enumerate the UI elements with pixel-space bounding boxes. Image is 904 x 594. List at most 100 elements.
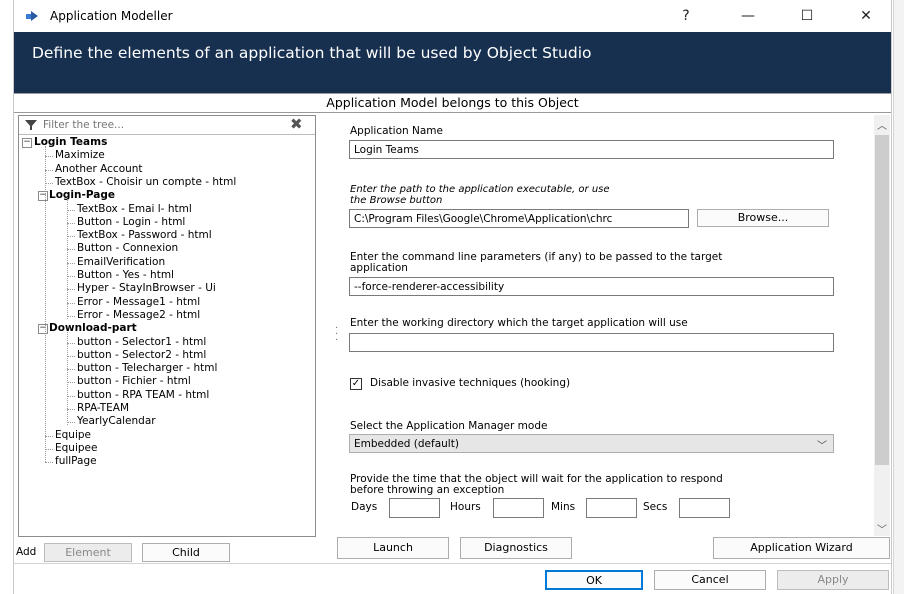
application-modeller-window: Application Modeller ? — ☐ ✕ Define the … bbox=[13, 0, 892, 594]
scroll-down-icon[interactable]: ﹀ bbox=[877, 521, 887, 536]
tree-collapse-icon[interactable]: − bbox=[38, 191, 48, 202]
tree-node[interactable]: RPA-TEAM bbox=[77, 402, 129, 415]
mins-input[interactable] bbox=[586, 498, 637, 518]
form-scrollbar[interactable]: ︿ ﹀ bbox=[874, 115, 890, 536]
hours-input[interactable] bbox=[493, 498, 544, 518]
tree-connector bbox=[67, 236, 75, 238]
manager-mode-value: Embedded (default) bbox=[354, 438, 459, 450]
tree-connector bbox=[67, 395, 75, 397]
tree-node[interactable]: Equipee bbox=[55, 442, 97, 455]
tree-node[interactable]: Download-part bbox=[49, 322, 137, 335]
add-child-button[interactable]: Child bbox=[142, 543, 230, 562]
tree-node[interactable]: button - Fichier - html bbox=[77, 375, 191, 388]
tree-collapse-icon[interactable]: − bbox=[22, 138, 32, 148]
tree-node[interactable]: button - Selector1 - html bbox=[77, 336, 206, 349]
workdir-label: Enter the working directory which the ta… bbox=[350, 317, 688, 329]
tree-node[interactable]: Maximize bbox=[55, 149, 105, 162]
apply-button[interactable]: Apply bbox=[777, 570, 889, 590]
filter-input[interactable] bbox=[41, 118, 285, 132]
tree-connector bbox=[45, 169, 53, 171]
mode-label: Select the Application Manager mode bbox=[350, 420, 548, 432]
path-label-line2: the Browse button bbox=[350, 195, 443, 206]
tree-node[interactable]: Login-Page bbox=[49, 189, 115, 202]
tree-connector bbox=[67, 262, 75, 264]
filter-bar: ✖ bbox=[19, 115, 315, 135]
tree-node[interactable]: EmailVerification bbox=[77, 256, 165, 269]
ok-button[interactable]: OK bbox=[545, 570, 643, 590]
timeout-label-line2: before throwing an exception bbox=[350, 484, 505, 496]
chevron-down-icon: ﹀ bbox=[817, 441, 827, 452]
maximize-button[interactable]: ☐ bbox=[787, 4, 827, 28]
tree-connector bbox=[67, 409, 75, 410]
app-name-input[interactable]: Login Teams bbox=[349, 140, 834, 159]
tree-node[interactable]: button - Selector2 - html bbox=[77, 349, 206, 362]
tree-node[interactable]: TextBox - Emai l- html bbox=[77, 203, 192, 216]
add-label: Add bbox=[16, 546, 37, 558]
tree-connector bbox=[67, 249, 75, 251]
secs-input[interactable] bbox=[679, 498, 730, 518]
path-label-line1: Enter the path to the application execut… bbox=[350, 184, 610, 195]
app-icon bbox=[26, 11, 38, 21]
tree-node[interactable]: Button - Yes - html bbox=[77, 269, 174, 282]
disable-hooking-checkbox[interactable]: ✓ bbox=[350, 378, 362, 390]
days-label: Days bbox=[351, 501, 378, 513]
scrollbar-thumb[interactable] bbox=[875, 135, 889, 465]
tree-node[interactable]: Another Account bbox=[55, 163, 143, 176]
close-button[interactable]: ✕ bbox=[846, 4, 886, 28]
browse-button[interactable]: Browse... bbox=[697, 209, 829, 227]
scroll-up-icon[interactable]: ︿ bbox=[877, 117, 887, 132]
tree-node[interactable]: Button - Login - html bbox=[77, 216, 185, 229]
window-title: Application Modeller bbox=[50, 9, 173, 23]
workdir-input[interactable] bbox=[349, 333, 834, 352]
tree-connector bbox=[45, 182, 53, 184]
help-button[interactable]: ? bbox=[666, 4, 706, 28]
tree-connector bbox=[67, 289, 75, 291]
tree-node[interactable]: button - RPA TEAM - html bbox=[77, 389, 209, 402]
tree-connector bbox=[67, 422, 75, 424]
tree-guide-line bbox=[45, 146, 46, 463]
tree-node[interactable]: button - Telecharger - html bbox=[77, 362, 217, 375]
app-name-label: Application Name bbox=[350, 125, 443, 137]
tree-guide-line bbox=[67, 332, 68, 426]
tree-connector bbox=[67, 342, 75, 344]
tree-connector bbox=[45, 156, 53, 158]
days-input[interactable] bbox=[389, 498, 440, 518]
tree-connector bbox=[67, 209, 75, 211]
filter-icon-stem bbox=[30, 125, 32, 130]
application-wizard-button[interactable]: Application Wizard bbox=[713, 537, 890, 559]
subtitle: Application Model belongs to this Object bbox=[14, 94, 891, 113]
splitter-grip-icon[interactable]: · · · bbox=[335, 324, 338, 346]
secs-label: Secs bbox=[643, 501, 668, 513]
disable-hooking-label: Disable invasive techniques (hooking) bbox=[370, 377, 571, 389]
add-element-button[interactable]: Element bbox=[44, 543, 132, 562]
cancel-button[interactable]: Cancel bbox=[654, 570, 766, 590]
title-bar: Application Modeller ? — ☐ ✕ bbox=[14, 0, 891, 32]
tree-node[interactable]: Hyper - StayInBrowser - Ui bbox=[77, 282, 216, 295]
tree-node[interactable]: fullPage bbox=[55, 455, 97, 468]
tree-node[interactable]: Equipe bbox=[55, 429, 91, 442]
tree-connector bbox=[67, 315, 75, 317]
tree-connector bbox=[45, 435, 53, 437]
tree-node[interactable]: YearlyCalendar bbox=[77, 415, 156, 428]
cmd-params-input[interactable]: --force-renderer-accessibility bbox=[349, 277, 834, 296]
tree-node[interactable]: Error - Message1 - html bbox=[77, 296, 200, 309]
manager-mode-select[interactable]: Embedded (default) ﹀ bbox=[349, 434, 834, 453]
element-tree-panel: ✖ −Login TeamsMaximizeAnother AccountTex… bbox=[18, 115, 316, 537]
path-input[interactable]: C:\Program Files\Google\Chrome\Applicati… bbox=[349, 209, 689, 228]
tree-guide-line bbox=[67, 199, 68, 319]
tree-node[interactable]: TextBox - Password - html bbox=[77, 229, 212, 242]
tree-node[interactable]: TextBox - Choisir un compte - html bbox=[55, 176, 236, 189]
diagnostics-button[interactable]: Diagnostics bbox=[460, 537, 572, 559]
tree-connector bbox=[67, 302, 75, 304]
cmd-label-line2: application bbox=[350, 262, 408, 274]
tree-node[interactable]: Error - Message2 - html bbox=[77, 309, 200, 322]
minimize-button[interactable]: — bbox=[728, 4, 768, 28]
tree-connector bbox=[67, 222, 75, 224]
tree-connector bbox=[67, 276, 75, 277]
background-window-edge bbox=[893, 0, 904, 594]
launch-button[interactable]: Launch bbox=[337, 537, 449, 559]
hours-label: Hours bbox=[450, 501, 481, 513]
clear-filter-icon[interactable]: ✖ bbox=[290, 115, 303, 133]
tree-node[interactable]: Button - Connexion bbox=[77, 242, 178, 255]
tree-collapse-icon[interactable]: − bbox=[38, 324, 48, 335]
